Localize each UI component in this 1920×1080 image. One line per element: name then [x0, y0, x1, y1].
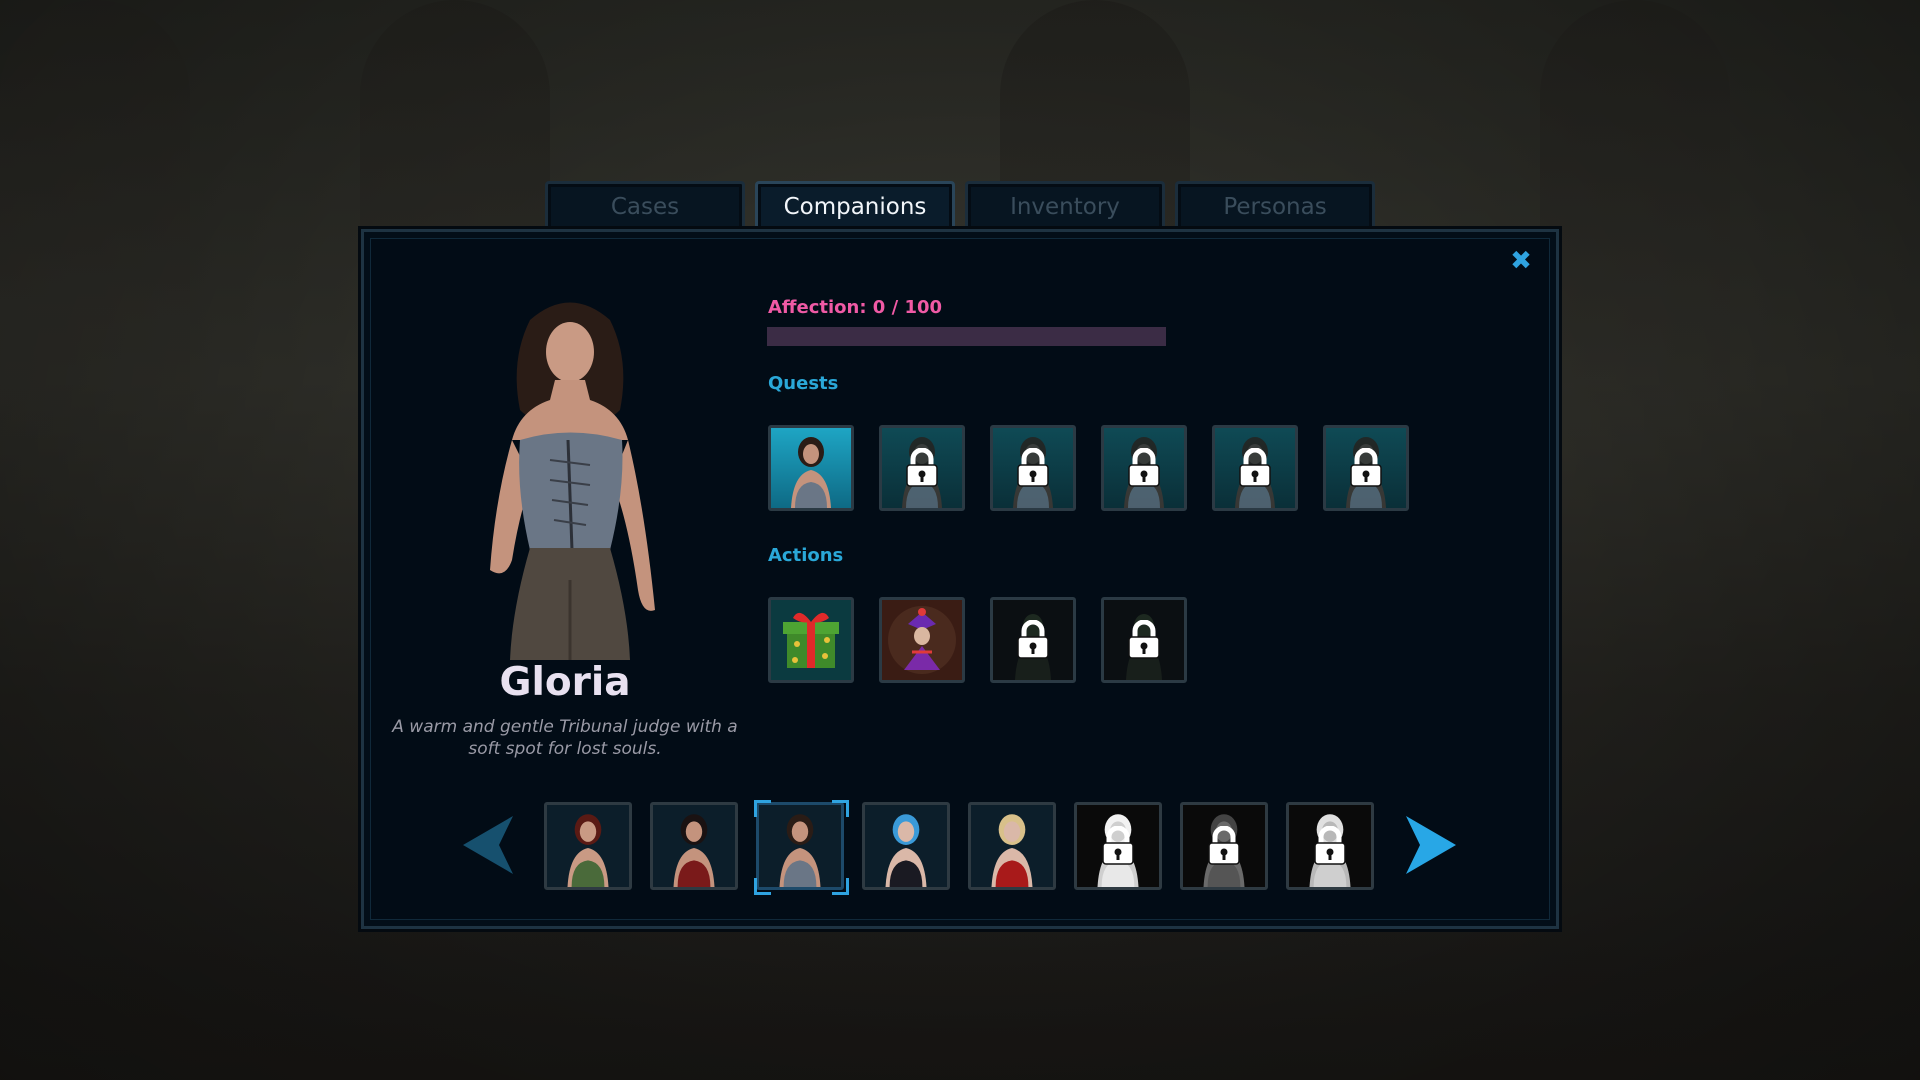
- arrow-right-icon: [1406, 816, 1456, 874]
- actions-label: Actions: [768, 545, 844, 566]
- action-slot-jester[interactable]: [879, 597, 965, 683]
- lock-icon: [1017, 448, 1049, 487]
- character-description: A warm and gentle Tribunal judge with a …: [392, 717, 738, 759]
- selection-corner: [754, 878, 771, 895]
- lock-icon: [1314, 826, 1346, 865]
- character-thumbnail: [791, 437, 831, 508]
- selection-corner: [832, 878, 849, 895]
- affection-bar: [767, 327, 1166, 346]
- quests-label: Quests: [768, 373, 839, 394]
- quest-slot[interactable]: [990, 425, 1076, 511]
- companion-thumbnail[interactable]: [968, 802, 1056, 890]
- quest-slot[interactable]: [768, 425, 854, 511]
- tab-companions[interactable]: Companions: [755, 181, 955, 229]
- character-thumbnail: [991, 814, 1033, 887]
- jester-icon: [888, 606, 956, 674]
- next-companion-button[interactable]: [1398, 812, 1464, 878]
- lock-icon: [906, 448, 938, 487]
- lock-icon: [1128, 620, 1160, 659]
- arrow-left-icon: [463, 816, 513, 874]
- lock-icon: [1350, 448, 1382, 487]
- character-name: Gloria: [499, 660, 631, 705]
- quest-slot[interactable]: [1101, 425, 1187, 511]
- gift-icon: [783, 612, 839, 668]
- companion-thumbnail[interactable]: [862, 802, 950, 890]
- close-icon: ✖: [1510, 246, 1532, 276]
- tab-inventory[interactable]: Inventory: [965, 181, 1165, 229]
- tab-label: Companions: [783, 193, 927, 220]
- tab-label: Personas: [1223, 193, 1327, 220]
- character-thumbnail: [885, 814, 927, 887]
- selection-corner: [832, 800, 849, 817]
- affection-label: Affection: 0 / 100: [768, 297, 943, 318]
- quest-slot[interactable]: [1323, 425, 1409, 511]
- bg-arch: [1540, 0, 1730, 440]
- tab-label: Inventory: [1010, 193, 1120, 220]
- action-slot-locked-action-2[interactable]: [1101, 597, 1187, 683]
- close-button[interactable]: ✖: [1506, 246, 1536, 276]
- companion-thumbnail[interactable]: [1286, 802, 1374, 890]
- character-thumbnail: [779, 814, 821, 887]
- quest-slot[interactable]: [879, 425, 965, 511]
- tab-personas[interactable]: Personas: [1175, 181, 1375, 229]
- lock-icon: [1208, 826, 1240, 865]
- action-slot-locked-action-1[interactable]: [990, 597, 1076, 683]
- companion-thumbnail[interactable]: [544, 802, 632, 890]
- character-thumbnail: [567, 814, 609, 887]
- prev-companion-button[interactable]: [455, 812, 521, 878]
- quest-slot[interactable]: [1212, 425, 1298, 511]
- tab-label: Cases: [610, 193, 680, 220]
- companion-thumbnail[interactable]: [1074, 802, 1162, 890]
- character-portrait: [490, 302, 655, 660]
- companion-thumbnail[interactable]: [1180, 802, 1268, 890]
- lock-icon: [1239, 448, 1271, 487]
- companion-thumbnail[interactable]: [650, 802, 738, 890]
- selection-corner: [754, 800, 771, 817]
- lock-icon: [1128, 448, 1160, 487]
- action-slot-gift[interactable]: [768, 597, 854, 683]
- bg-arch: [0, 0, 190, 440]
- lock-icon: [1102, 826, 1134, 865]
- lock-icon: [1017, 620, 1049, 659]
- character-thumbnail: [673, 814, 715, 887]
- tab-cases[interactable]: Cases: [545, 181, 745, 229]
